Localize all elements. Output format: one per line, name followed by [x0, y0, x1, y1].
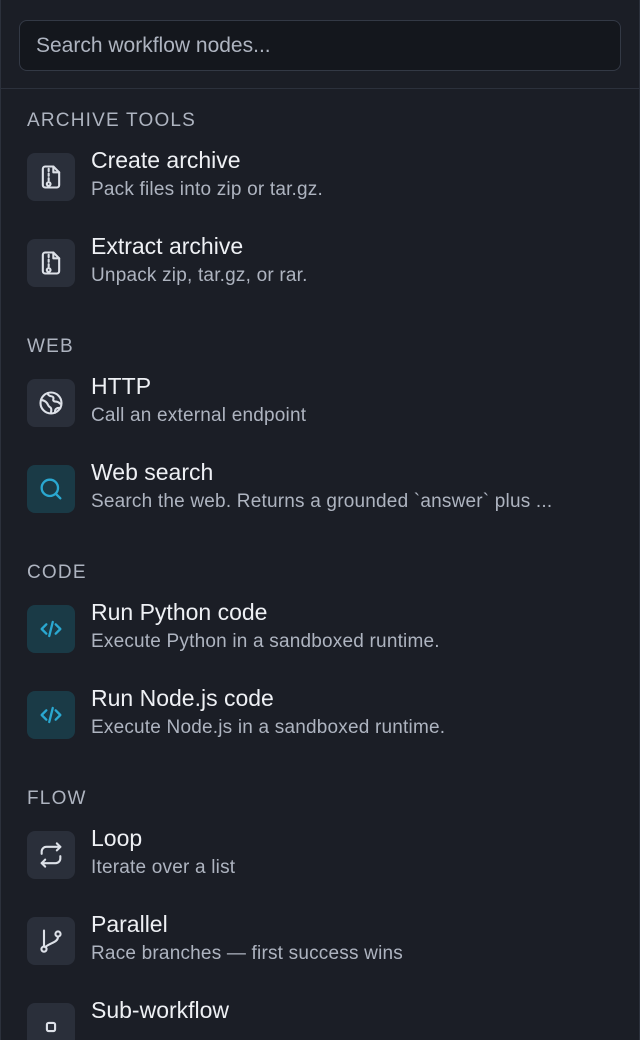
- node-item-parallel[interactable]: Parallel Race branches — first success w…: [1, 907, 639, 993]
- section-web: WEB HTTP Call an external endpoint Web s…: [1, 333, 639, 541]
- node-title: Loop: [91, 825, 143, 851]
- node-item-web-search[interactable]: Web search Search the web. Returns a gro…: [1, 455, 639, 541]
- search-box[interactable]: [19, 20, 621, 71]
- node-title: Web search: [91, 459, 214, 485]
- globe-icon: [27, 379, 75, 427]
- section-archive-tools: ARCHIVE TOOLS Create archive Pack files …: [1, 107, 639, 315]
- subworkflow-icon: [27, 1003, 75, 1040]
- archive-file-icon: [27, 239, 75, 287]
- node-list: ARCHIVE TOOLS Create archive Pack files …: [1, 89, 639, 1040]
- node-description: Iterate over a list: [91, 857, 236, 878]
- section-header: WEB: [27, 336, 74, 357]
- code-icon: [27, 691, 75, 739]
- node-description: Race branches — first success wins: [91, 943, 403, 964]
- node-description: Search the web. Returns a grounded `answ…: [91, 491, 553, 512]
- node-title: Run Node.js code: [91, 685, 274, 711]
- node-description: Execute Python in a sandboxed runtime.: [91, 631, 440, 652]
- node-title: HTTP: [91, 373, 152, 399]
- archive-file-icon: [27, 153, 75, 201]
- node-item-run-python[interactable]: Run Python code Execute Python in a sand…: [1, 595, 639, 681]
- search-input[interactable]: [36, 33, 604, 58]
- node-title: Create archive: [91, 147, 241, 173]
- node-title: Run Python code: [91, 599, 268, 625]
- node-description: Unpack zip, tar.gz, or rar.: [91, 265, 308, 286]
- node-item-run-nodejs[interactable]: Run Node.js code Execute Node.js in a sa…: [1, 681, 639, 767]
- node-description: Pack files into zip or tar.gz.: [91, 179, 323, 200]
- section-header: ARCHIVE TOOLS: [27, 110, 197, 131]
- section-code: CODE Run Python code Execute Python in a…: [1, 559, 639, 767]
- loop-icon: [27, 831, 75, 879]
- code-icon: [27, 605, 75, 653]
- node-description: Execute Node.js in a sandboxed runtime.: [91, 717, 446, 738]
- node-title: Parallel: [91, 911, 168, 937]
- search-bar: [1, 0, 639, 89]
- node-item-loop[interactable]: Loop Iterate over a list: [1, 821, 639, 907]
- search-icon: [27, 465, 75, 513]
- node-item-extract-archive[interactable]: Extract archive Unpack zip, tar.gz, or r…: [1, 229, 639, 315]
- node-item-sub-workflow[interactable]: Sub-workflow: [1, 993, 639, 1040]
- node-item-create-archive[interactable]: Create archive Pack files into zip or ta…: [1, 143, 639, 229]
- branch-icon: [27, 917, 75, 965]
- node-title: Extract archive: [91, 233, 244, 259]
- section-flow: FLOW Loop Iterate over a list Parallel R…: [1, 785, 639, 1040]
- node-description: Call an external endpoint: [91, 405, 307, 426]
- node-picker-panel: ARCHIVE TOOLS Create archive Pack files …: [0, 0, 640, 1040]
- section-header: CODE: [27, 562, 87, 583]
- node-item-http[interactable]: HTTP Call an external endpoint: [1, 369, 639, 455]
- section-header: FLOW: [27, 788, 87, 809]
- node-title: Sub-workflow: [91, 997, 230, 1023]
